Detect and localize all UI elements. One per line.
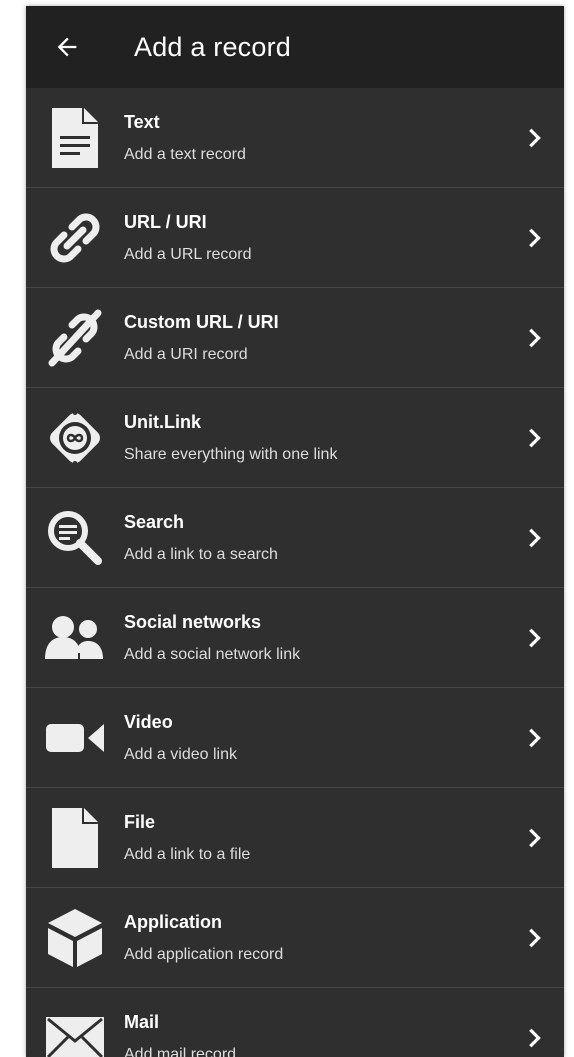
record-title: Unit.Link bbox=[124, 411, 201, 432]
record-subtitle: Add a social network link bbox=[124, 645, 301, 663]
record-title: Social networks bbox=[124, 611, 262, 632]
record-title: URL / URI bbox=[124, 211, 207, 232]
chevron-right-icon bbox=[529, 428, 541, 447]
cube-icon bbox=[48, 908, 102, 967]
record-subtitle: Add application record bbox=[124, 945, 284, 963]
link-icon bbox=[50, 213, 100, 262]
record-subtitle: Add a URI record bbox=[124, 345, 248, 363]
record-subtitle: Add a link to a file bbox=[124, 845, 251, 863]
back-button[interactable] bbox=[26, 6, 108, 88]
record-subtitle: Add a URL record bbox=[124, 245, 252, 263]
record-subtitle: Add mail record bbox=[124, 1045, 237, 1057]
record-item-text[interactable]: Text Add a text record bbox=[26, 88, 564, 188]
record-item-search[interactable]: Search Add a link to a search bbox=[26, 488, 564, 588]
record-title: Application bbox=[124, 911, 222, 932]
arrow-left-icon bbox=[57, 37, 77, 57]
record-title: Video bbox=[124, 711, 173, 732]
unit-link-logo-icon bbox=[50, 410, 100, 465]
record-item-custom-url[interactable]: Custom URL / URI Add a URI record bbox=[26, 288, 564, 388]
record-title: Mail bbox=[124, 1011, 160, 1032]
record-subtitle: Share everything with one link bbox=[124, 445, 338, 463]
search-icon bbox=[48, 510, 102, 565]
record-title: Search bbox=[124, 511, 185, 532]
video-camera-icon bbox=[46, 723, 104, 752]
record-subtitle: Add a video link bbox=[124, 745, 237, 763]
record-item-file[interactable]: File Add a link to a file bbox=[26, 788, 564, 888]
people-icon bbox=[45, 615, 103, 659]
chevron-right-icon bbox=[529, 228, 541, 247]
text-document-icon bbox=[52, 107, 98, 168]
record-subtitle: Add a link to a search bbox=[124, 545, 278, 563]
chevron-right-icon bbox=[529, 328, 541, 347]
envelope-icon bbox=[46, 1016, 104, 1057]
record-item-video[interactable]: Video Add a video link bbox=[26, 688, 564, 788]
chevron-right-icon bbox=[529, 828, 541, 847]
page-title: Add a record bbox=[134, 31, 291, 62]
chevron-right-icon bbox=[529, 628, 541, 647]
record-title: File bbox=[124, 811, 156, 832]
chevron-right-icon bbox=[529, 728, 541, 747]
record-type-list: Text Add a text record URL / URI Add a U… bbox=[26, 88, 564, 1057]
record-item-unit-link[interactable]: Unit.Link Share everything with one link bbox=[26, 388, 564, 488]
record-title: Text bbox=[124, 111, 160, 132]
record-item-url[interactable]: URL / URI Add a URL record bbox=[26, 188, 564, 288]
chevron-right-icon bbox=[529, 928, 541, 947]
custom-link-icon bbox=[48, 309, 102, 366]
record-item-mail[interactable]: Mail Add mail record bbox=[26, 988, 564, 1057]
file-icon bbox=[52, 807, 98, 868]
record-subtitle: Add a text record bbox=[124, 145, 246, 163]
chevron-right-icon bbox=[529, 128, 541, 147]
app-bar: Add a record bbox=[26, 6, 564, 88]
app-screen: Add a record Text Add a text record URL … bbox=[26, 6, 564, 1057]
chevron-right-icon bbox=[529, 528, 541, 547]
record-item-application[interactable]: Application Add application record bbox=[26, 888, 564, 988]
record-item-social-networks[interactable]: Social networks Add a social network lin… bbox=[26, 588, 564, 688]
chevron-right-icon bbox=[529, 1028, 541, 1047]
record-title: Custom URL / URI bbox=[124, 311, 279, 332]
